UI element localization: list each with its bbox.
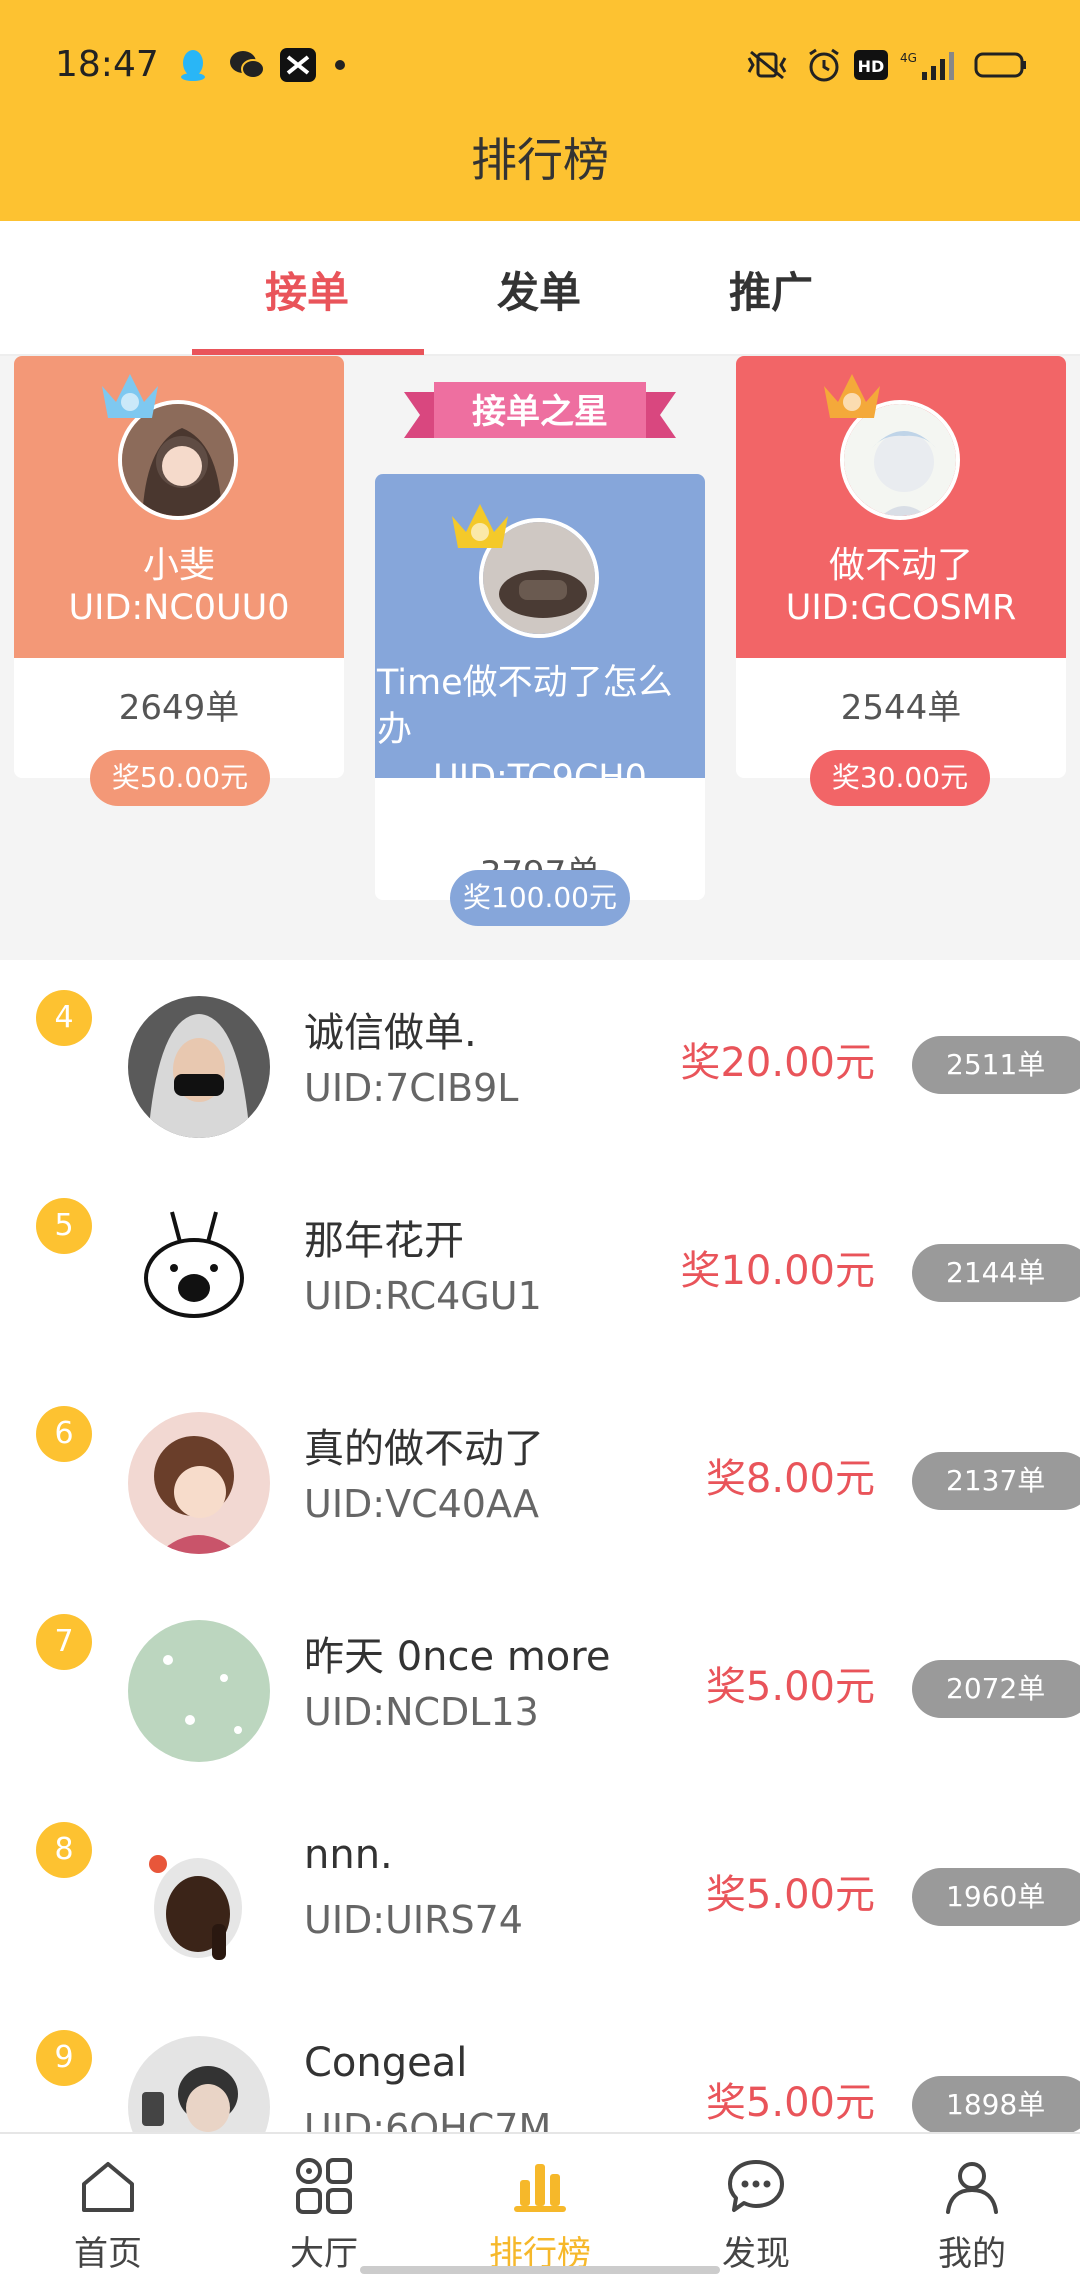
avatar — [128, 996, 270, 1138]
list-item[interactable]: 7 昨天 0nce more UID:NCDL13 奖5.00元 2072单 — [0, 1584, 1080, 1792]
tab-promotion[interactable]: 推广 — [656, 259, 886, 320]
order-count-badge: 2144单 — [912, 1244, 1080, 1302]
top-three-podium: 小斐 UID:NC0UU0 2649单 奖50.00元 接单之星 Time做不动… — [0, 356, 1080, 960]
page-title: 排行榜 — [471, 133, 609, 187]
status-bar: 18:47 HD 4G — [0, 0, 1080, 130]
podium-card-first[interactable]: Time做不动了怎么办 UID:TC9CH0 3797单 — [375, 474, 705, 900]
crown-third-icon — [824, 374, 880, 418]
signal-4g-icon: 4G — [900, 51, 954, 80]
order-count-badge: 2072单 — [912, 1660, 1080, 1718]
user-name: 诚信做单. — [304, 1010, 477, 1056]
rank-badge: 8 — [36, 1822, 92, 1878]
svg-text:4G: 4G — [900, 51, 917, 65]
podium-card-third[interactable]: 做不动了 UID:GCOSMR 2544单 — [736, 356, 1066, 778]
nav-hall[interactable]: 大厅 — [216, 2134, 432, 2280]
nav-label: 首页 — [74, 2234, 142, 2274]
order-count-badge: 1898单 — [912, 2076, 1080, 2134]
rank-badge: 6 — [36, 1406, 92, 1462]
user-name: 昨天 0nce more — [304, 1634, 611, 1680]
crown-first-icon — [452, 504, 508, 548]
nav-mine[interactable]: 我的 — [864, 2134, 1080, 2280]
hd-icon: HD — [854, 50, 888, 80]
top-bar: 18:47 HD 4G 排行榜 — [0, 0, 1080, 221]
podium-card-second[interactable]: 小斐 UID:NC0UU0 2649单 — [14, 356, 344, 778]
user-name: nnn. — [304, 1832, 393, 1878]
user-name: Congeal — [304, 2040, 468, 2086]
qq-icon — [181, 50, 205, 81]
star-banner-text: 接单之星 — [472, 392, 608, 432]
svg-text:HD: HD — [858, 57, 885, 76]
crown-second-icon — [102, 374, 158, 418]
battery-icon — [974, 52, 1026, 78]
home-indicator — [360, 2266, 720, 2274]
avatar — [128, 1412, 270, 1554]
user-uid: UID:UIRS74 — [304, 1898, 523, 1942]
podium-name: 小斐 — [142, 545, 215, 586]
user-uid: UID:VC40AA — [304, 1482, 540, 1526]
profile-icon — [946, 2162, 998, 2214]
chat-icon — [728, 2160, 784, 2212]
ranking-tabs: 接单 发单 推广 — [0, 221, 1080, 356]
nav-ranking[interactable]: 排行榜 — [432, 2134, 648, 2280]
tab-accept-orders[interactable]: 接单 — [192, 259, 422, 320]
bottom-navigation: 首页 大厅 排行榜 发现 我的 — [0, 2132, 1080, 2280]
rank-badge: 5 — [36, 1198, 92, 1254]
podium-reward-badge: 奖30.00元 — [810, 750, 990, 806]
rank-badge: 4 — [36, 990, 92, 1046]
tab-post-orders[interactable]: 发单 — [424, 259, 654, 320]
nav-label: 我的 — [938, 2234, 1006, 2274]
podium-name: 做不动了 — [828, 545, 973, 586]
avatar — [128, 1620, 270, 1762]
list-item[interactable]: 4 诚信做单. UID:7CIB9L 奖20.00元 2511单 — [0, 960, 1080, 1168]
list-item[interactable]: 6 真的做不动了 UID:VC40AA 奖8.00元 2137单 — [0, 1376, 1080, 1584]
user-uid: UID:NCDL13 — [304, 1690, 539, 1734]
podium-reward-badge: 奖50.00元 — [90, 750, 270, 806]
podium-name: Time做不动了怎么办 — [377, 663, 673, 750]
rank-badge: 9 — [36, 2030, 92, 2086]
avatar — [128, 1828, 270, 1970]
user-uid: UID:RC4GU1 — [304, 1274, 542, 1318]
reward-amount: 奖5.00元 — [705, 1664, 875, 1710]
list-item[interactable]: 8 nnn. UID:UIRS74 奖5.00元 1960单 — [0, 1792, 1080, 2000]
user-uid: UID:7CIB9L — [304, 1066, 519, 1110]
list-item[interactable]: 5 那年花开 UID:RC4GU1 奖10.00元 2144单 — [0, 1168, 1080, 1376]
nav-discover[interactable]: 发现 — [648, 2134, 864, 2280]
wechat-icon — [230, 51, 265, 79]
order-count-badge: 2137单 — [912, 1452, 1080, 1510]
avatar — [128, 1204, 270, 1346]
more-notifications-icon — [335, 60, 345, 70]
status-time: 18:47 — [55, 44, 159, 85]
capcut-icon — [280, 48, 316, 82]
podium-uid: UID:NC0UU0 — [68, 588, 290, 628]
nav-home[interactable]: 首页 — [0, 2134, 216, 2280]
reward-amount: 奖10.00元 — [680, 1248, 875, 1294]
user-name: 那年花开 — [304, 1218, 464, 1264]
order-count-badge: 1960单 — [912, 1868, 1080, 1926]
podium-order-count: 2544单 — [840, 688, 962, 728]
user-name: 真的做不动了 — [304, 1426, 544, 1472]
order-count-badge: 2511单 — [912, 1036, 1080, 1094]
alarm-icon — [809, 48, 839, 82]
reward-amount: 奖5.00元 — [705, 1872, 875, 1918]
grid-icon — [296, 2158, 352, 2214]
reward-amount: 奖5.00元 — [705, 2080, 875, 2126]
podium-reward-badge: 奖100.00元 — [450, 870, 630, 926]
vibrate-icon — [747, 50, 787, 80]
active-tab-indicator — [192, 349, 424, 355]
ranking-icon — [514, 2164, 566, 2212]
home-icon — [82, 2162, 134, 2212]
podium-order-count: 2649单 — [118, 688, 240, 728]
reward-amount: 奖8.00元 — [705, 1456, 875, 1502]
rank-badge: 7 — [36, 1614, 92, 1670]
reward-amount: 奖20.00元 — [680, 1040, 875, 1086]
podium-uid: UID:GCOSMR — [785, 588, 1017, 628]
